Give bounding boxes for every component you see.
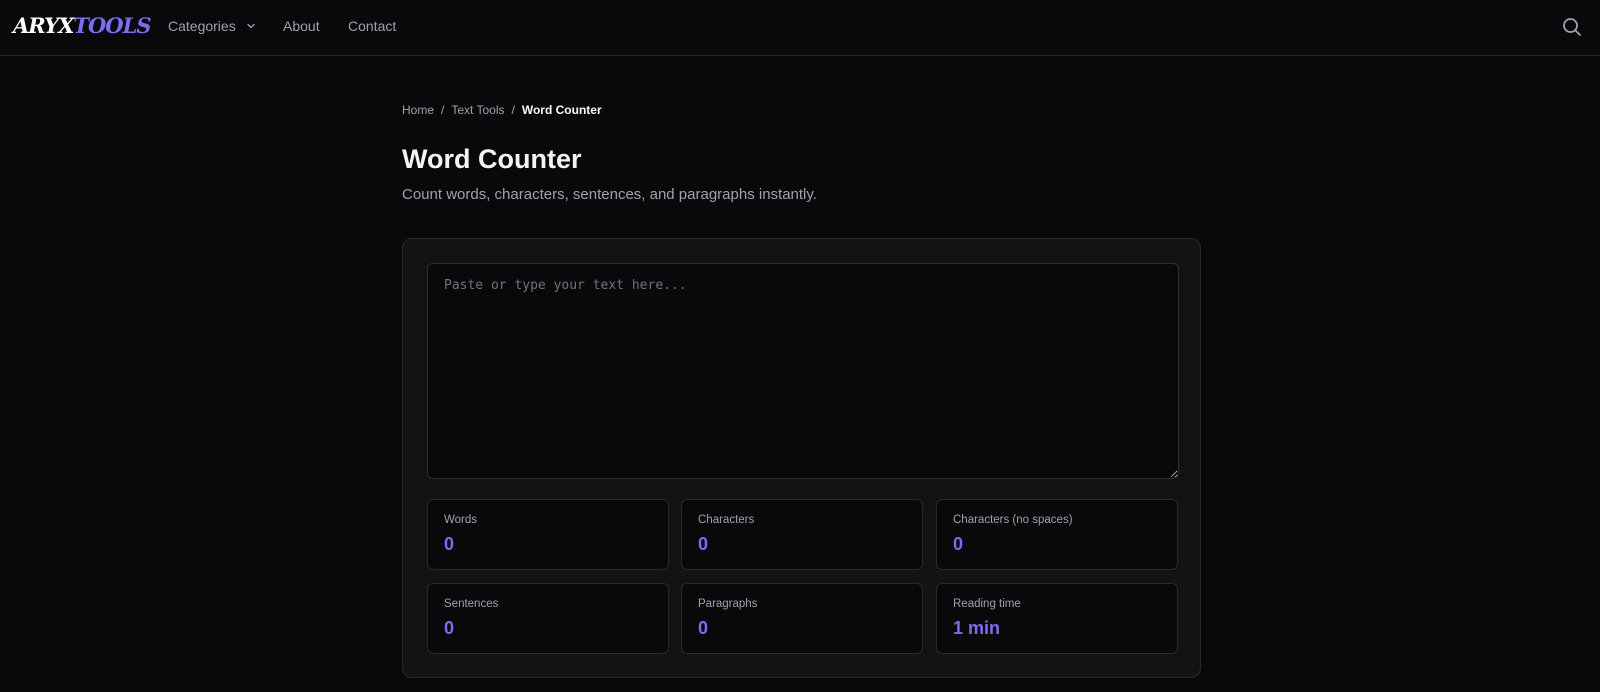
breadcrumb-separator: / — [441, 103, 445, 117]
stat-value: 1 min — [953, 618, 1001, 638]
stat-value: 0 — [698, 534, 709, 554]
stat-value: 0 — [698, 618, 709, 638]
stat-value: 0 — [444, 534, 455, 554]
page-subtitle: Count words, characters, sentences, and … — [402, 186, 817, 203]
page-title: Word Counter — [402, 144, 582, 174]
breadcrumb-current: Word Counter — [521, 103, 602, 117]
top-navbar: ARYXTOOLS Categories About Contact — [0, 0, 1600, 56]
stat-label: Characters (no spaces) — [953, 514, 1073, 526]
site-logo[interactable]: ARYXTOOLS — [13, 13, 152, 38]
breadcrumb-text-tools[interactable]: Text Tools — [451, 103, 504, 117]
breadcrumb: Home / Text Tools / Word Counter — [402, 102, 602, 118]
text-input-area[interactable] — [427, 263, 1179, 479]
stat-label: Paragraphs — [698, 598, 758, 610]
stat-words: Words 0 — [427, 499, 669, 570]
stat-paragraphs: Paragraphs 0 — [681, 583, 923, 654]
logo-text-accent: TOOLS — [73, 13, 151, 38]
nav-about-link[interactable]: About — [283, 17, 320, 35]
breadcrumb-separator: / — [511, 103, 515, 117]
nav-contact-link[interactable]: Contact — [348, 17, 396, 35]
breadcrumb-home[interactable]: Home — [402, 103, 434, 117]
word-counter-card: Words 0 Characters 0 Characters (no spac… — [402, 238, 1201, 678]
stat-label: Words — [444, 514, 478, 526]
stat-label: Sentences — [444, 598, 499, 610]
stat-characters-no-spaces: Characters (no spaces) 0 — [936, 499, 1178, 570]
stat-label: Characters — [698, 514, 755, 526]
stat-value: 0 — [444, 618, 455, 638]
stat-characters: Characters 0 — [681, 499, 923, 570]
search-button[interactable] — [1560, 15, 1584, 39]
stat-label: Reading time — [953, 598, 1021, 610]
stat-reading-time: Reading time 1 min — [936, 583, 1178, 654]
stat-sentences: Sentences 0 — [427, 583, 669, 654]
search-icon — [1563, 18, 1581, 36]
nav-categories-label: Categories — [168, 18, 236, 34]
logo-text-primary: ARYX — [13, 13, 74, 38]
stat-value: 0 — [953, 534, 964, 554]
chevron-down-icon — [246, 24, 255, 29]
nav-categories-dropdown[interactable]: Categories — [168, 17, 256, 35]
